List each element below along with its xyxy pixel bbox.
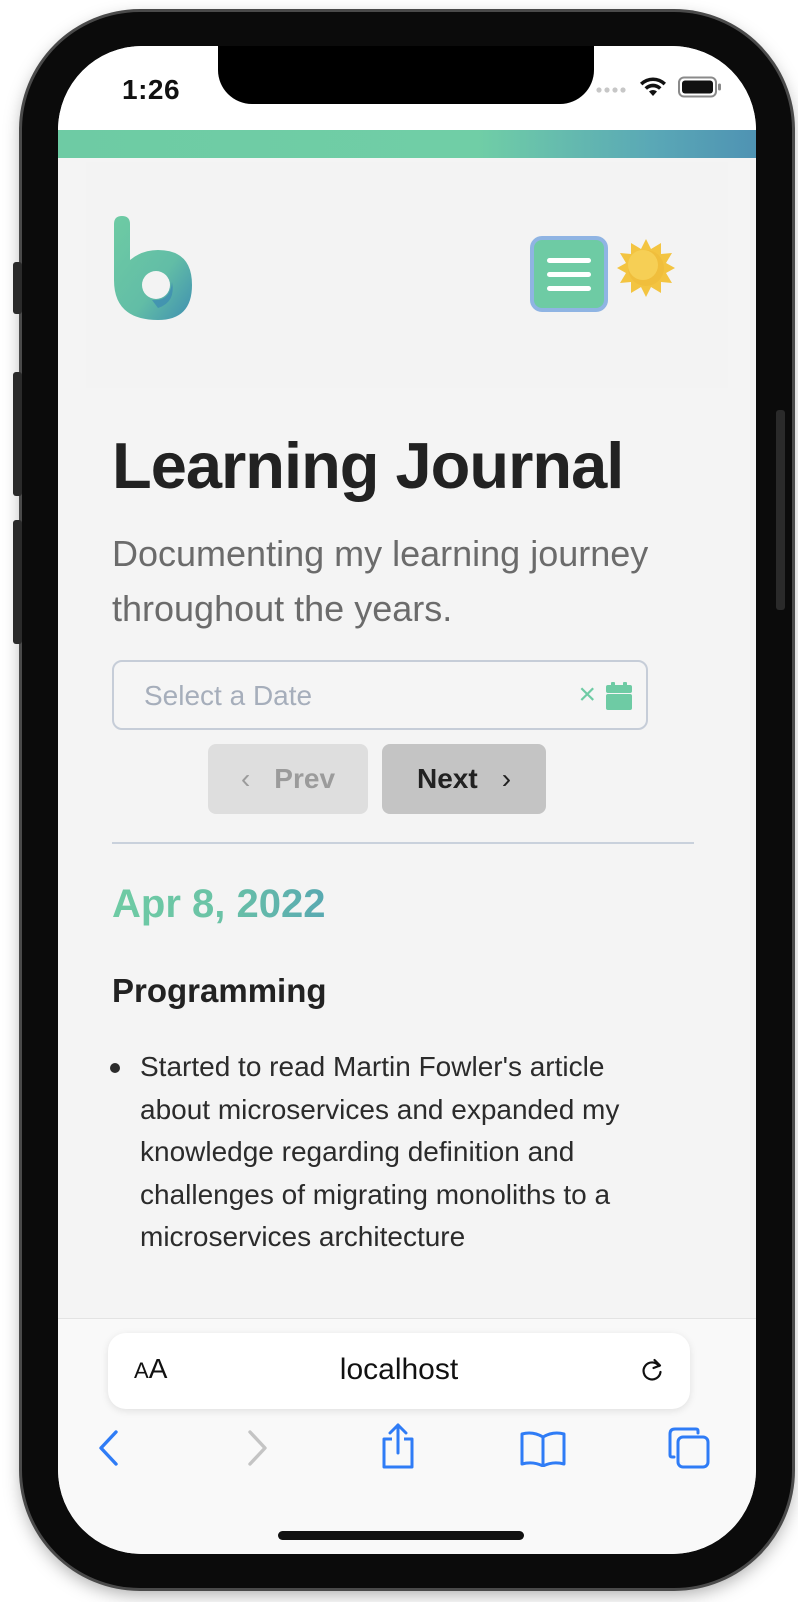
entry-list: Started to read Martin Fowler's article … xyxy=(110,1046,682,1259)
wifi-icon xyxy=(638,76,668,103)
home-indicator xyxy=(278,1531,524,1540)
brand-logo[interactable] xyxy=(112,216,194,325)
address-bar[interactable]: AA localhost xyxy=(108,1333,690,1409)
page-subtitle: Documenting my learning journey througho… xyxy=(112,533,649,629)
stage: 1:26 Learning Journal Documenting my lea… xyxy=(0,0,798,1602)
share-icon[interactable] xyxy=(380,1423,416,1474)
screen: 1:26 Learning Journal Documenting my lea… xyxy=(58,46,756,1554)
reload-icon[interactable] xyxy=(640,1357,664,1388)
browser-toolbar: AA localhost xyxy=(58,1318,756,1554)
cellular-signal-icon xyxy=(596,81,628,99)
date-picker-input[interactable]: Select a Date × xyxy=(112,660,648,730)
clear-date-icon[interactable]: × xyxy=(578,680,596,710)
list-item: Started to read Martin Fowler's article … xyxy=(110,1046,682,1259)
chevron-right-icon: › xyxy=(501,763,512,794)
hamburger-icon-line xyxy=(547,285,591,291)
power-button xyxy=(776,410,785,610)
page-title: Learning Journal xyxy=(112,429,624,502)
entry-date: Apr 8, 2022 xyxy=(112,882,326,926)
hamburger-icon-line xyxy=(547,257,591,263)
top-accent-bar xyxy=(58,130,756,158)
list-item-text: Started to read Martin Fowler's article … xyxy=(140,1051,620,1252)
back-icon[interactable] xyxy=(96,1429,122,1472)
bookmarks-icon[interactable] xyxy=(520,1431,566,1472)
menu-button[interactable] xyxy=(530,236,608,312)
notch xyxy=(218,46,594,104)
tabs-icon[interactable] xyxy=(668,1427,710,1474)
bullet-icon xyxy=(110,1063,120,1073)
chevron-left-icon: ‹ xyxy=(240,763,251,794)
brand-b-logo-icon xyxy=(114,216,192,320)
volume-down-button xyxy=(13,520,22,644)
battery-icon xyxy=(678,76,722,103)
status-bar: 1:26 xyxy=(58,46,756,130)
status-icons xyxy=(596,76,722,103)
theme-toggle-button[interactable] xyxy=(616,238,676,303)
silent-switch xyxy=(13,262,22,314)
entry-category: Programming xyxy=(112,972,327,1009)
url-text: localhost xyxy=(339,1353,459,1386)
sun-icon xyxy=(617,239,675,297)
volume-up-button xyxy=(13,372,22,496)
calendar-icon[interactable] xyxy=(606,682,632,715)
forward-icon[interactable] xyxy=(244,1429,270,1472)
next-button-label: Next xyxy=(416,763,478,794)
next-button[interactable]: Next › xyxy=(382,744,546,814)
divider xyxy=(112,842,694,844)
prev-button[interactable]: ‹ Prev xyxy=(208,744,368,814)
prev-button-label: Prev xyxy=(274,763,336,794)
hamburger-icon-line xyxy=(547,271,591,277)
date-picker-placeholder: Select a Date xyxy=(144,680,313,711)
status-time: 1:26 xyxy=(122,74,181,105)
